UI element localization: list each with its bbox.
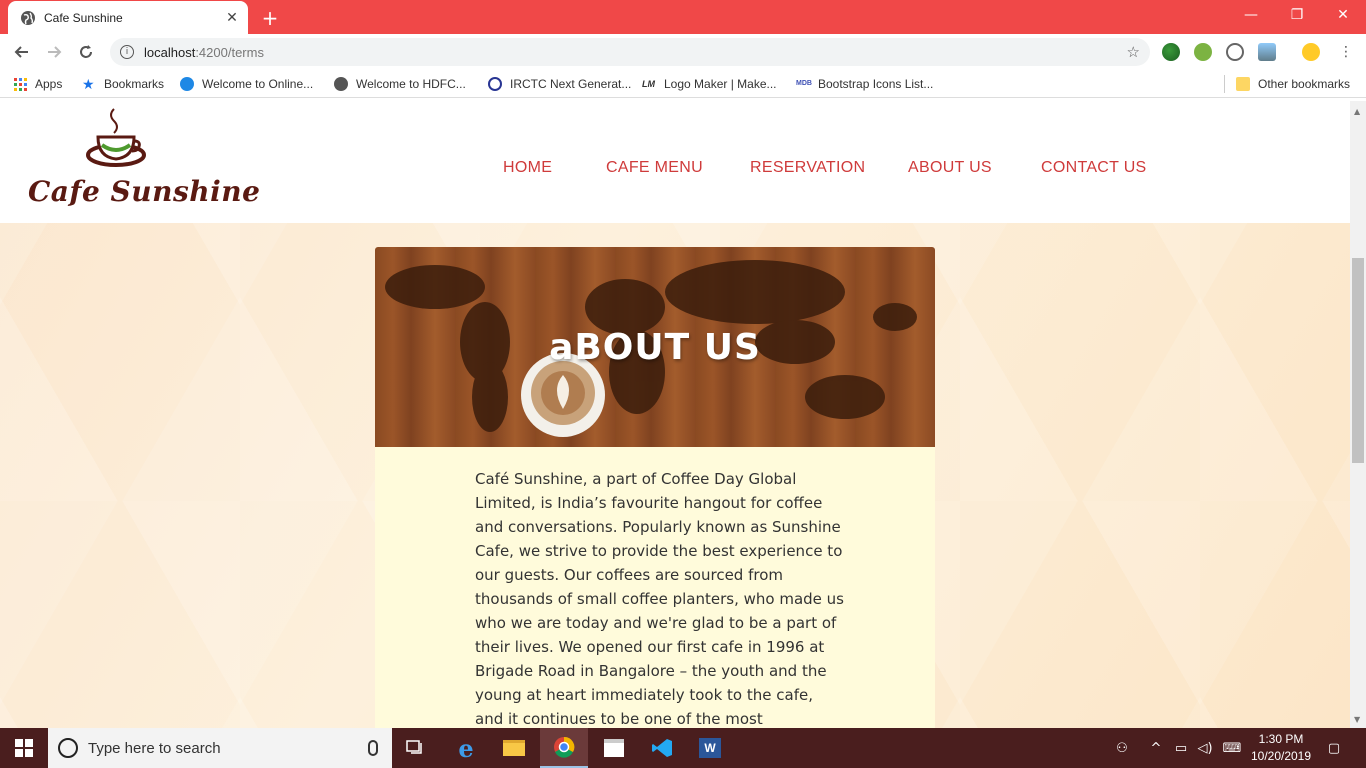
nav-cafe-menu[interactable]: CAFE MENU	[606, 159, 703, 177]
new-tab-button[interactable]: +	[258, 6, 282, 30]
scroll-thumb[interactable]	[1352, 258, 1364, 463]
network-icon[interactable]: ▭	[1170, 728, 1192, 768]
star-icon: ★	[82, 76, 95, 92]
mdb-icon: MDB	[796, 80, 812, 87]
taskbar-search-placeholder: Type here to search	[88, 739, 221, 757]
tab-close-icon[interactable]: ✕	[222, 8, 242, 28]
clock-time: 1:30 PM	[1258, 732, 1304, 746]
brand-name: Cafe Sunshine	[28, 175, 261, 208]
store-icon[interactable]	[590, 728, 638, 768]
info-icon[interactable]: i	[120, 45, 134, 59]
site-logo[interactable]: Cafe Sunshine	[26, 107, 260, 217]
nav-contact-us[interactable]: CONTACT US	[1041, 159, 1147, 177]
extension-globe-icon[interactable]	[1162, 43, 1180, 61]
windows-taskbar: Type here to search e W ⚇ ^ ▭ ◁) ⌨ 1:30 …	[0, 728, 1366, 768]
bookmark-label: Welcome to HDFC...	[356, 77, 466, 91]
bookmark-item[interactable]: ★ Bookmarks	[82, 75, 164, 93]
coffee-cup-icon	[86, 108, 146, 167]
bookmark-item[interactable]: Welcome to HDFC...	[334, 75, 466, 93]
bookmark-item[interactable]: Welcome to Online...	[180, 75, 313, 93]
browser-toolbar: i localhost:4200/terms ☆ ⋮	[0, 34, 1366, 70]
restore-button[interactable]: ❐	[1274, 0, 1320, 30]
bookmarks-divider	[1224, 75, 1225, 93]
edge-icon[interactable]: e	[442, 728, 490, 768]
system-clock[interactable]: 1:30 PM 10/20/2019	[1246, 731, 1316, 765]
nav-reservation[interactable]: RESERVATION	[750, 159, 865, 177]
keyboard-icon[interactable]: ⌨	[1220, 728, 1244, 768]
chrome-icon[interactable]	[540, 728, 588, 768]
hero-title: aBOUT US	[549, 327, 761, 368]
nav-about-us[interactable]: ABOUT US	[908, 159, 992, 177]
bookmarks-bar: Apps ★ Bookmarks Welcome to Online... We…	[0, 70, 1366, 98]
address-bar[interactable]: i localhost:4200/terms ☆	[110, 38, 1150, 66]
about-content-panel: Café Sunshine, a part of Coffee Day Glob…	[375, 447, 935, 728]
microphone-icon[interactable]	[368, 740, 378, 756]
volume-icon[interactable]: ◁)	[1194, 728, 1216, 768]
scroll-down-icon[interactable]: ▼	[1354, 715, 1360, 724]
menu-kebab-icon[interactable]: ⋮	[1334, 40, 1358, 64]
minimize-button[interactable]: —	[1228, 0, 1274, 30]
forward-icon[interactable]	[42, 40, 66, 64]
url-host: localhost	[144, 44, 196, 60]
notifications-icon[interactable]: ▢	[1322, 728, 1346, 768]
bookmark-item[interactable]: IRCTC Next Generat...	[488, 75, 631, 93]
word-icon[interactable]: W	[686, 728, 734, 768]
logo-maker-icon: LM	[642, 79, 655, 89]
globe-icon	[334, 77, 348, 91]
url-text[interactable]: localhost:4200/terms	[144, 45, 264, 60]
windows-logo-icon	[15, 739, 33, 757]
extension-screenshot-icon[interactable]	[1258, 43, 1276, 61]
file-explorer-icon[interactable]	[490, 728, 538, 768]
about-paragraph: Café Sunshine, a part of Coffee Day Glob…	[475, 470, 845, 728]
bookmark-label: Welcome to Online...	[202, 77, 314, 91]
task-view-icon[interactable]	[392, 728, 440, 768]
site-header: Cafe Sunshine HOME CAFE MENU RESERVATION…	[0, 101, 1350, 223]
apps-grid-icon	[14, 77, 27, 91]
browser-tab[interactable]: Cafe Sunshine ✕	[8, 1, 248, 34]
profile-avatar-icon[interactable]	[1302, 43, 1320, 61]
other-bookmarks[interactable]: Other bookmarks	[1236, 75, 1350, 93]
bookmark-label: Bootstrap Icons List...	[818, 77, 934, 91]
windows-start-button[interactable]	[0, 728, 48, 768]
bookmark-item[interactable]: LM Logo Maker | Make...	[642, 75, 777, 93]
nav-home[interactable]: HOME	[503, 159, 552, 177]
reload-icon[interactable]	[74, 40, 98, 64]
close-window-button[interactable]: ✕	[1320, 0, 1366, 30]
irctc-icon	[488, 77, 502, 91]
page-scrollbar[interactable]: ▲ ▼	[1350, 101, 1366, 728]
about-hero-banner: aBOUT US	[375, 247, 935, 447]
bookmark-label: Logo Maker | Make...	[664, 77, 777, 91]
bookmark-apps-label: Apps	[35, 77, 63, 91]
bookmark-apps[interactable]: Apps	[14, 75, 62, 93]
scroll-up-icon[interactable]: ▲	[1354, 107, 1360, 116]
people-icon[interactable]: ⚇	[1110, 728, 1134, 768]
tab-title: Cafe Sunshine	[44, 10, 123, 25]
bookmark-star-icon[interactable]: ☆	[1127, 43, 1140, 61]
show-hidden-icons-icon[interactable]: ^	[1146, 728, 1166, 768]
back-icon[interactable]	[10, 40, 34, 64]
extension-eye-icon[interactable]	[1226, 43, 1244, 61]
url-path: :4200/terms	[195, 44, 264, 60]
other-bookmarks-label: Other bookmarks	[1258, 77, 1351, 91]
globe-icon	[21, 10, 35, 25]
online-sbi-icon	[180, 77, 194, 91]
taskbar-search[interactable]: Type here to search	[48, 728, 392, 768]
bookmark-label: IRCTC Next Generat...	[510, 77, 632, 91]
clock-date: 10/20/2019	[1250, 749, 1312, 763]
extension-green-icon[interactable]	[1194, 43, 1212, 61]
vscode-icon[interactable]	[638, 728, 686, 768]
browser-titlebar: Cafe Sunshine ✕ + — ❐ ✕	[0, 0, 1366, 34]
cortana-icon	[58, 738, 78, 758]
page-viewport: Cafe Sunshine HOME CAFE MENU RESERVATION…	[0, 101, 1350, 728]
folder-icon	[1236, 77, 1250, 91]
bookmark-label: Bookmarks	[104, 77, 165, 91]
bookmark-item[interactable]: MDB Bootstrap Icons List...	[796, 75, 933, 93]
